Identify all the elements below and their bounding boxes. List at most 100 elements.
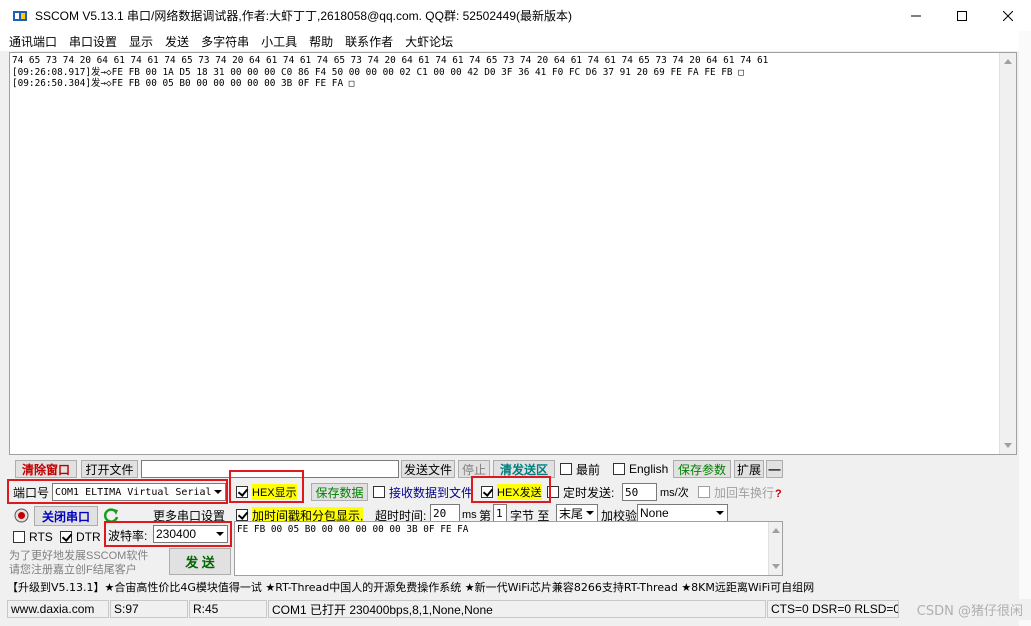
scroll-up-icon[interactable]	[772, 528, 780, 533]
close-icon	[1003, 10, 1013, 21]
title-bar: SSCOM V5.13.1 串口/网络数据调试器,作者:大虾丁丁,2618058…	[0, 0, 1031, 31]
timeout-input[interactable]: 20	[430, 504, 460, 522]
collapse-button[interactable]: —	[766, 460, 783, 478]
status-recv-count: R:45	[189, 600, 267, 618]
timed-interval-input[interactable]: 50	[622, 483, 657, 501]
add-crlf-checkbox[interactable]: 加回车换行	[698, 483, 774, 501]
menu-multi-string[interactable]: 多字符串	[201, 33, 249, 50]
menu-send[interactable]: 发送	[165, 33, 189, 50]
scroll-up-icon[interactable]	[1004, 59, 1012, 64]
receive-line: 74 65 73 74 20 64 61 74 61 74 65 73 74 2…	[12, 55, 769, 66]
status-website[interactable]: www.daxia.com	[7, 600, 109, 618]
menu-comm-port[interactable]: 通讯端口	[9, 33, 57, 50]
menu-help[interactable]: 帮助	[309, 33, 333, 50]
port-status-icon	[14, 508, 29, 523]
chevron-down-icon[interactable]	[211, 485, 224, 499]
refresh-icon[interactable]	[103, 507, 120, 524]
file-path-input[interactable]	[141, 460, 399, 478]
menu-tools[interactable]: 小工具	[261, 33, 297, 50]
send-textarea[interactable]: FE FB 00 05 B0 00 00 00 00 00 3B 0F FE F…	[234, 521, 783, 576]
rts-checkbox-box[interactable]	[13, 531, 25, 543]
chevron-down-icon[interactable]	[213, 527, 226, 541]
send-text: FE FB 00 05 B0 00 00 00 00 00 3B 0F FE F…	[237, 524, 469, 535]
save-params-label: 保存参数	[677, 462, 726, 477]
receive-textarea[interactable]: 74 65 73 74 20 64 61 74 61 74 65 73 74 2…	[9, 52, 1017, 455]
minimize-button[interactable]	[893, 0, 939, 31]
hex-send-checkbox-box[interactable]	[481, 486, 493, 498]
checksum-select[interactable]: None	[637, 504, 728, 522]
rts-label: RTS	[29, 530, 53, 544]
sscom-window: SSCOM V5.13.1 串口/网络数据调试器,作者:大虾丁丁,2618058…	[0, 0, 1031, 626]
status-signals: CTS=0 DSR=0 RLSD=0	[767, 600, 899, 618]
port-select[interactable]: COM1 ELTIMA Virtual Serial	[52, 483, 226, 501]
timed-send-checkbox[interactable]: 定时发送:	[547, 483, 614, 501]
recv-to-file-checkbox-box[interactable]	[373, 486, 385, 498]
menu-serial-settings[interactable]: 串口设置	[69, 33, 117, 50]
status-bar: www.daxia.com S:97 R:45 COM1 已打开 230400b…	[0, 599, 1031, 620]
timed-unit-label: ms/次	[660, 487, 689, 499]
byte-end-select[interactable]: 末尾	[556, 504, 598, 522]
clear-window-button[interactable]: 清除窗口	[15, 460, 77, 478]
status-sent-count: S:97	[110, 600, 188, 618]
baud-value: 230400	[156, 527, 197, 541]
hex-display-label: HEX显示	[252, 484, 297, 500]
dtr-checkbox-box[interactable]	[60, 531, 72, 543]
save-data-button[interactable]: 保存数据	[311, 483, 368, 501]
chevron-down-icon[interactable]	[713, 506, 726, 520]
promo-banner[interactable]: 【升级到V5.13.1】★合宙高性价比4G模块值得一试 ★RT-Thread中国…	[7, 579, 814, 595]
baud-label: 波特率:	[108, 528, 148, 543]
hex-send-label: HEX发送	[497, 484, 542, 500]
close-port-button[interactable]: 关闭串口	[34, 506, 98, 526]
receive-line: [09:26:08.917]发→◇FE FB 00 1A D5 18 31 00…	[12, 66, 744, 78]
checksum-value: None	[640, 506, 669, 520]
minimize-icon	[911, 15, 921, 16]
dtr-checkbox[interactable]: DTR	[60, 529, 101, 545]
save-params-button[interactable]: 保存参数	[673, 460, 731, 478]
chevron-down-icon[interactable]	[583, 506, 596, 520]
menu-contact-author[interactable]: 联系作者	[345, 33, 393, 50]
rts-checkbox[interactable]: RTS	[13, 529, 53, 545]
stop-button[interactable]: 停止	[458, 460, 490, 478]
menu-bar: 通讯端口 串口设置 显示 发送 多字符串 小工具 帮助 联系作者 大虾论坛	[0, 31, 1031, 51]
add-crlf-checkbox-box[interactable]	[698, 486, 710, 498]
receive-scrollbar[interactable]	[999, 53, 1016, 454]
send-button[interactable]: 发 送	[169, 548, 231, 575]
more-settings-link[interactable]: 更多串口设置	[153, 506, 225, 524]
watermark: CSDN @猪仔很闲	[916, 604, 1023, 619]
recv-to-file-checkbox[interactable]: 接收数据到文件	[373, 483, 473, 501]
add-crlf-label: 加回车换行	[714, 485, 775, 500]
hex-display-checkbox[interactable]: HEX显示	[236, 483, 297, 501]
send-file-button[interactable]: 发送文件	[401, 460, 455, 478]
english-checkbox[interactable]: English	[613, 460, 668, 478]
open-file-button[interactable]: 打开文件	[81, 460, 138, 478]
receive-line: [09:26:50.304]发→◇FE FB 00 05 B0 00 00 00…	[12, 78, 355, 89]
port-label: 端口号	[13, 485, 50, 500]
app-logo-icon	[12, 8, 28, 24]
expand-button[interactable]: 扩展	[734, 460, 764, 478]
menu-forum[interactable]: 大虾论坛	[405, 33, 453, 50]
topmost-label: 最前	[576, 462, 601, 477]
baud-select[interactable]: 230400	[153, 525, 228, 543]
notice-line-2: 请您注册嘉立创F结尾客户	[9, 563, 137, 576]
dtr-label: DTR	[76, 530, 101, 544]
receive-text: 74 65 73 74 20 64 61 74 61 74 65 73 74 2…	[12, 55, 768, 90]
send-scrollbar[interactable]	[768, 522, 782, 575]
english-checkbox-box[interactable]	[613, 463, 625, 475]
timestamp-checkbox-box[interactable]	[236, 509, 248, 521]
scroll-down-icon[interactable]	[1004, 443, 1012, 448]
timed-send-label: 定时发送:	[563, 485, 615, 500]
scroll-down-icon[interactable]	[772, 564, 780, 569]
help-button[interactable]: ?	[775, 487, 782, 501]
close-window-button[interactable]	[985, 0, 1031, 31]
status-port-state: COM1 已打开 230400bps,8,1,None,None	[268, 600, 766, 618]
hex-display-checkbox-box[interactable]	[236, 486, 248, 498]
byte-start-input[interactable]: 1	[493, 504, 507, 522]
hex-send-checkbox[interactable]: HEX发送	[481, 483, 542, 501]
topmost-checkbox-box[interactable]	[560, 463, 572, 475]
topmost-checkbox[interactable]: 最前	[560, 460, 600, 478]
timed-send-checkbox-box[interactable]	[547, 486, 559, 498]
menu-display[interactable]: 显示	[129, 33, 153, 50]
maximize-button[interactable]	[939, 0, 985, 31]
clear-send-button[interactable]: 清发送区	[493, 460, 555, 478]
save-data-label: 保存数据	[315, 485, 364, 500]
